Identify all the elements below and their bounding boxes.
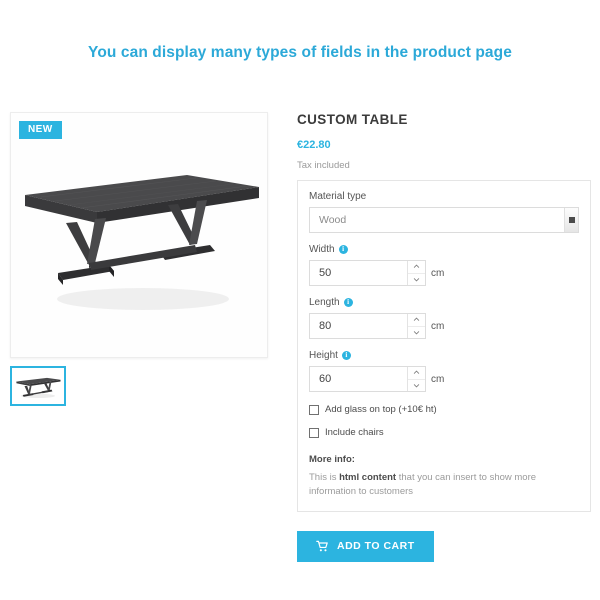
product-page: You can display many types of fields in … (0, 0, 600, 600)
length-row: cm (309, 313, 579, 339)
shopping-cart-icon (316, 540, 328, 551)
product-image-graphic (11, 113, 267, 357)
width-label-text: Width (309, 244, 335, 255)
material-type-label-text: Material type (309, 191, 367, 202)
product-title: CUSTOM TABLE (297, 112, 408, 127)
height-stepper-up[interactable] (408, 367, 425, 380)
chairs-checkbox-row[interactable]: Include chairs (309, 427, 579, 438)
length-label-text: Length (309, 297, 340, 308)
width-stepper-down[interactable] (408, 273, 425, 285)
width-label: Width i (309, 244, 579, 255)
chevron-up-icon (413, 370, 420, 375)
length-stepper (407, 314, 425, 338)
length-stepper-down[interactable] (408, 326, 425, 338)
height-stepper (407, 367, 425, 391)
more-info-text: This is html content that you can insert… (309, 471, 579, 499)
thumbnail-row (10, 366, 268, 406)
length-stepper-up[interactable] (408, 314, 425, 327)
tax-note: Tax included (297, 160, 350, 171)
material-type-select-wrap: Wood (309, 207, 579, 233)
more-info-prefix: This is (309, 472, 340, 483)
chevron-up-icon (413, 264, 420, 269)
more-info-title: More info: (309, 454, 355, 465)
chairs-checkbox-label: Include chairs (325, 427, 384, 438)
width-row: cm (309, 260, 579, 286)
height-stepper-down[interactable] (408, 379, 425, 391)
height-input[interactable] (310, 367, 406, 391)
new-badge: NEW (19, 121, 62, 139)
height-label-text: Height (309, 350, 338, 361)
product-price: €22.80 (297, 139, 331, 151)
material-type-label: Material type (309, 191, 579, 202)
info-icon[interactable]: i (338, 245, 348, 254)
chevron-down-icon (413, 277, 420, 282)
width-input-wrap (309, 260, 426, 286)
height-row: cm (309, 366, 579, 392)
info-icon[interactable]: i (343, 298, 353, 307)
add-to-cart-button[interactable]: ADD TO CART (297, 530, 434, 562)
material-type-select[interactable]: Wood (309, 207, 579, 233)
width-unit: cm (431, 267, 445, 279)
checkbox-icon[interactable] (309, 404, 319, 415)
chevron-down-icon (413, 383, 420, 388)
chevron-down-icon (413, 330, 420, 335)
width-stepper (407, 261, 425, 285)
add-to-cart-label: ADD TO CART (337, 540, 415, 553)
info-icon[interactable]: i (341, 351, 351, 360)
checkbox-icon[interactable] (309, 427, 319, 438)
main-product-image[interactable]: NEW (10, 112, 268, 358)
thumbnail-graphic (12, 368, 64, 404)
length-label: Length i (309, 297, 579, 308)
height-unit: cm (431, 373, 445, 385)
glass-checkbox-row[interactable]: Add glass on top (+10€ ht) (309, 404, 579, 415)
width-stepper-up[interactable] (408, 261, 425, 274)
height-label: Height i (309, 350, 579, 361)
custom-fields-panel: Material type Wood Width i 50 cm Length … (297, 180, 591, 512)
product-gallery: NEW (10, 112, 268, 406)
length-unit: cm (431, 320, 445, 332)
length-input[interactable] (310, 314, 406, 338)
more-info-bold: html content (339, 472, 397, 483)
width-input[interactable] (310, 261, 406, 285)
chevron-up-icon (413, 317, 420, 322)
glass-checkbox-label: Add glass on top (+10€ ht) (325, 404, 437, 415)
product-details: CUSTOM TABLE €22.80 Tax included Materia… (297, 112, 591, 562)
length-input-wrap (309, 313, 426, 339)
page-title: You can display many types of fields in … (88, 44, 512, 61)
thumbnail-1[interactable] (10, 366, 66, 406)
height-input-wrap (309, 366, 426, 392)
